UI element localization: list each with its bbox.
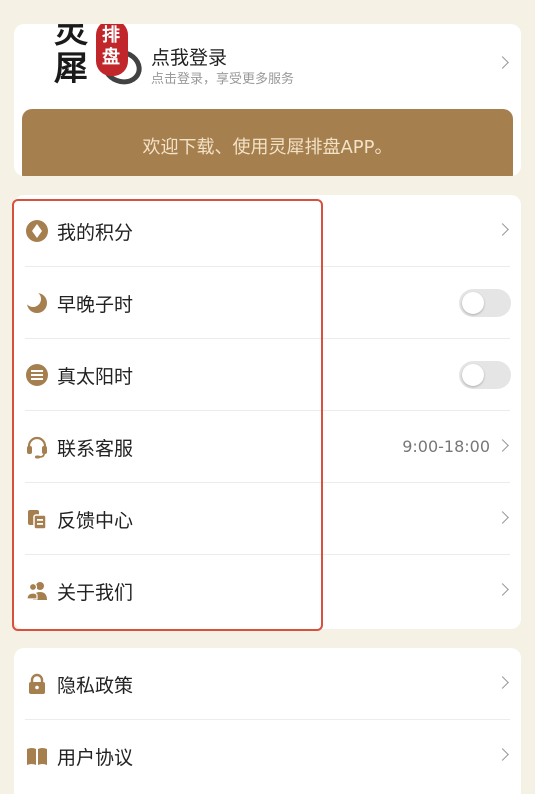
sun-lines-icon bbox=[26, 364, 48, 386]
book-icon bbox=[27, 748, 47, 765]
legal-menu: 隐私政策 用户协议 bbox=[14, 648, 521, 794]
menu-item-early-late-zi: 早晚子时 bbox=[14, 267, 521, 339]
chevron-right-icon bbox=[496, 583, 509, 596]
menu-item-label: 真太阳时 bbox=[57, 366, 134, 388]
early-late-zi-toggle[interactable] bbox=[459, 289, 511, 317]
feedback-clipboard-icon bbox=[28, 510, 47, 530]
logo-seal: 排 盘 bbox=[96, 24, 128, 76]
menu-item-label: 关于我们 bbox=[57, 582, 134, 604]
logo-char-ling: 灵 bbox=[54, 24, 88, 51]
toggle-knob bbox=[462, 292, 484, 314]
users-icon bbox=[26, 582, 47, 600]
menu-item-label: 我的积分 bbox=[57, 222, 134, 244]
logo-seal-char-pai: 排 bbox=[102, 25, 120, 46]
menu-item-about-us[interactable]: 关于我们 bbox=[14, 555, 521, 627]
chevron-right-icon[interactable] bbox=[496, 56, 509, 69]
menu-item-user-agreement[interactable]: 用户协议 bbox=[14, 720, 521, 792]
menu-item-label: 用户协议 bbox=[57, 747, 134, 769]
lock-icon bbox=[29, 673, 45, 694]
app-logo: 灵 犀 排 盘 bbox=[50, 24, 147, 112]
menu-item-label: 早晚子时 bbox=[57, 294, 134, 316]
menu-item-points[interactable]: 我的积分 bbox=[14, 195, 521, 267]
menu-item-customer-service[interactable]: 联系客服 9:00-18:00 bbox=[14, 411, 521, 483]
login-subtitle: 点击登录，享受更多服务 bbox=[151, 72, 295, 87]
chevron-right-icon bbox=[496, 748, 509, 761]
headset-icon bbox=[27, 436, 47, 459]
chevron-right-icon bbox=[496, 223, 509, 236]
settings-menu: 我的积分 早晚子时 真太阳时 联系客服 9:00-18:00 反馈中心 关于我们 bbox=[14, 195, 521, 629]
chevron-right-icon bbox=[496, 439, 509, 452]
service-hours: 9:00-18:00 bbox=[402, 437, 490, 456]
menu-item-label: 反馈中心 bbox=[57, 510, 134, 532]
toggle-knob bbox=[462, 364, 484, 386]
true-solar-time-toggle[interactable] bbox=[459, 361, 511, 389]
chevron-right-icon bbox=[496, 511, 509, 524]
logo-char-xi: 犀 bbox=[54, 49, 88, 89]
moon-icon bbox=[25, 291, 47, 313]
login-title[interactable]: 点我登录 bbox=[151, 43, 227, 70]
chevron-right-icon bbox=[496, 676, 509, 689]
menu-item-feedback[interactable]: 反馈中心 bbox=[14, 483, 521, 555]
welcome-banner: 欢迎下载、使用灵犀排盘APP。 bbox=[22, 109, 513, 176]
menu-item-true-solar-time: 真太阳时 bbox=[14, 339, 521, 411]
menu-item-privacy-policy[interactable]: 隐私政策 bbox=[14, 648, 521, 720]
profile-card: 灵 犀 排 盘 点我登录 点击登录，享受更多服务 欢迎下载、使用灵犀排盘APP。 bbox=[14, 24, 521, 176]
menu-item-label: 联系客服 bbox=[57, 438, 134, 460]
logo-seal-char-pan: 盘 bbox=[102, 47, 120, 68]
menu-item-label: 隐私政策 bbox=[57, 675, 134, 697]
points-diamond-icon bbox=[26, 220, 48, 242]
